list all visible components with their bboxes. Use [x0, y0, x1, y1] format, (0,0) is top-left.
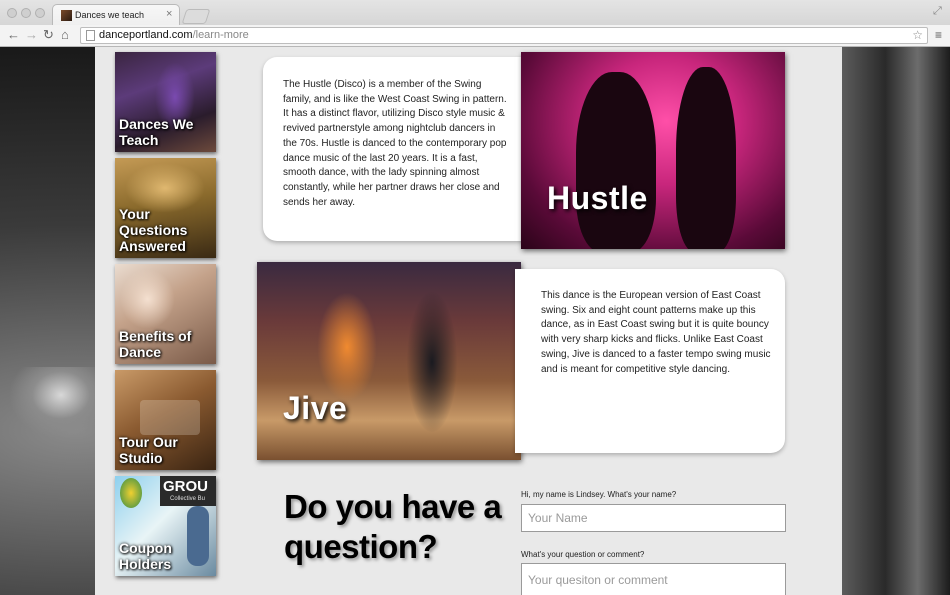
- question-heading: Do you have a question?: [284, 488, 502, 565]
- groupon-subtext: Collective Bu: [170, 496, 206, 502]
- name-label: Hi, my name is Lindsey. What's your name…: [521, 490, 677, 499]
- groupon-logo: GROU Collective Bu: [160, 476, 216, 506]
- tab-close-icon[interactable]: ×: [166, 8, 172, 20]
- studio-sign-photo: [140, 400, 200, 435]
- home-icon[interactable]: ⌂: [61, 28, 69, 42]
- url-path: /learn-more: [192, 29, 249, 41]
- browser-tab-bar: Dances we teach × ⤢: [0, 0, 950, 25]
- groupon-text: GROU: [163, 478, 208, 495]
- page-icon: [86, 30, 95, 41]
- nav-label: Benefits of Dance: [119, 328, 192, 360]
- star-icon[interactable]: ☆: [912, 28, 923, 42]
- browser-tab[interactable]: Dances we teach ×: [52, 4, 180, 25]
- browser-toolbar: ← → ↻ ⌂ danceportland.com/learn-more ☆ ≡: [0, 25, 950, 47]
- close-window-button[interactable]: [7, 8, 17, 18]
- url-host: danceportland.com: [99, 29, 193, 41]
- jive-title: Jive: [283, 390, 348, 426]
- jive-description: This dance is the European version of Ea…: [541, 290, 771, 375]
- hustle-description: The Hustle (Disco) is a member of the Sw…: [283, 79, 507, 208]
- new-tab-button[interactable]: [181, 9, 211, 24]
- name-input[interactable]: [521, 504, 786, 532]
- comment-input[interactable]: [521, 563, 786, 595]
- nav-tile-coupon-holders[interactable]: GROU Collective Bu Coupon Holders: [115, 476, 216, 576]
- zoom-window-button[interactable]: [35, 8, 45, 18]
- nav-tile-dances-we-teach[interactable]: Dances We Teach: [115, 52, 216, 152]
- url-text[interactable]: danceportland.com/learn-more: [99, 29, 249, 41]
- minimize-window-button[interactable]: [21, 8, 31, 18]
- favicon-icon: [61, 10, 72, 21]
- background-photo-right: [842, 47, 950, 595]
- nav-tile-benefits-of-dance[interactable]: Benefits of Dance: [115, 264, 216, 364]
- hustle-photo: Hustle: [521, 52, 785, 249]
- couple-photo: [120, 269, 175, 329]
- menu-icon[interactable]: ≡: [935, 28, 942, 42]
- male-dancer: [407, 292, 457, 432]
- content-area: Dances We Teach Your Questions Answered …: [95, 47, 842, 595]
- nav-tile-questions-answered[interactable]: Your Questions Answered: [115, 158, 216, 258]
- male-dancer-silhouette: [576, 72, 656, 249]
- web-page: Dances We Teach Your Questions Answered …: [0, 47, 950, 595]
- forward-icon[interactable]: →: [25, 28, 38, 42]
- balloon-icon: [120, 478, 142, 508]
- background-photo-left: [10, 367, 95, 437]
- address-bar[interactable]: danceportland.com/learn-more ☆: [80, 27, 928, 44]
- jive-description-card: This dance is the European version of Ea…: [515, 269, 785, 453]
- reload-icon[interactable]: ↻: [43, 28, 54, 42]
- female-dancer-silhouette: [676, 67, 736, 249]
- comment-label: What's your question or comment?: [521, 550, 645, 559]
- hustle-description-card: The Hustle (Disco) is a member of the Sw…: [263, 57, 538, 241]
- fullscreen-icon[interactable]: ⤢: [933, 5, 942, 18]
- back-icon[interactable]: ←: [7, 28, 20, 42]
- jive-photo: Jive: [257, 262, 521, 460]
- tab-title: Dances we teach: [75, 10, 145, 20]
- nav-tile-tour-our-studio[interactable]: Tour Our Studio: [115, 370, 216, 470]
- nav-label: Coupon Holders: [119, 540, 172, 572]
- hustle-title: Hustle: [547, 180, 648, 216]
- nav-label: Dances We Teach: [119, 116, 194, 148]
- female-dancer: [317, 292, 377, 402]
- nav-label: Your Questions Answered: [119, 206, 188, 254]
- nav-label: Tour Our Studio: [119, 434, 178, 466]
